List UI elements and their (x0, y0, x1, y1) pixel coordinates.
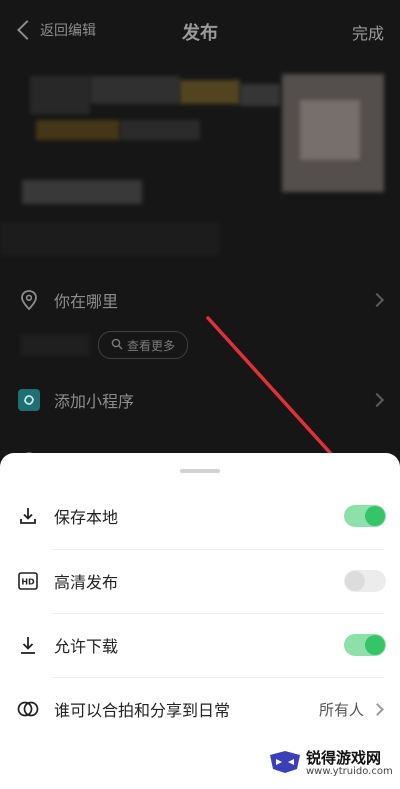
screen: 返回编辑 发布 完成 你在哪里 查看更多 添加小程序 保存本地 HD 高清发布 … (0, 0, 400, 789)
duet-share-label: 谁可以合拍和分享到日常 (54, 701, 231, 720)
toggle-knob (345, 571, 365, 591)
location-pin-icon (18, 289, 40, 311)
save-local-row[interactable]: 保存本地 (0, 484, 400, 548)
sheet-drag-handle[interactable] (180, 469, 220, 473)
duet-share-value: 所有人 (318, 700, 364, 719)
allow-download-label: 允许下载 (54, 637, 119, 656)
watermark-name: 锐得游戏网 (306, 749, 382, 767)
download-tray-icon (16, 504, 40, 528)
download-icon (16, 633, 40, 657)
mini-program-row[interactable]: 添加小程序 (0, 380, 400, 420)
chevron-right-icon (371, 702, 384, 716)
allow-download-toggle[interactable] (344, 634, 386, 656)
site-watermark: 锐得游戏网 www.ytruido.com (268, 749, 393, 779)
more-locations-label: 查看更多 (127, 338, 176, 353)
duet-share-row[interactable]: 谁可以合拍和分享到日常 所有人 (0, 677, 400, 741)
hd-publish-toggle[interactable] (344, 570, 386, 592)
done-button[interactable]: 完成 (352, 20, 384, 44)
location-row[interactable]: 你在哪里 (0, 280, 400, 320)
hd-publish-row[interactable]: HD 高清发布 (0, 549, 400, 613)
top-bar: 返回编辑 发布 完成 (0, 0, 400, 64)
save-local-label: 保存本地 (54, 508, 119, 527)
more-locations-pill[interactable]: 查看更多 (98, 331, 189, 359)
allow-download-row[interactable]: 允许下载 (0, 613, 400, 677)
chevron-right-icon (369, 392, 385, 408)
mini-program-label: 添加小程序 (54, 392, 135, 411)
search-icon (111, 338, 123, 353)
hd-publish-label: 高清发布 (54, 573, 119, 592)
page-title: 发布 (182, 23, 218, 44)
hd-icon: HD (16, 569, 40, 593)
save-local-toggle[interactable] (344, 505, 386, 527)
location-label: 你在哪里 (54, 292, 119, 311)
mini-program-icon (18, 389, 40, 411)
publish-options-sheet: 保存本地 HD 高清发布 允许下载 谁可以合拍和分享到日常 所有人 (0, 453, 400, 789)
svg-text:HD: HD (21, 578, 35, 587)
duet-icon (16, 697, 40, 721)
toggle-knob (365, 506, 385, 526)
chevron-right-icon (369, 292, 385, 308)
watermark-url: www.ytruido.com (306, 766, 393, 777)
toggle-knob (365, 635, 385, 655)
logo-icon (268, 749, 302, 779)
